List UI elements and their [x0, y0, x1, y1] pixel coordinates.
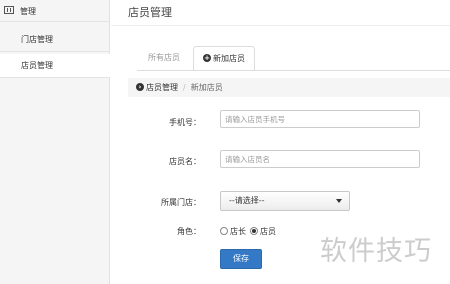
sidebar-item-staff-management[interactable]: 店员管理 — [0, 54, 110, 78]
phone-label: 手机号： — [169, 118, 201, 127]
breadcrumb-item-add-staff: 新加店员 — [190, 83, 223, 92]
sidebar-item-label: 门店管理 — [21, 35, 53, 44]
sidebar-item-store-management[interactable]: 门店管理 — [0, 28, 110, 52]
store-select[interactable]: --请选择-- — [220, 191, 350, 211]
sidebar: 管理 门店管理 店员管理 — [0, 0, 110, 284]
role-option-label: 店员 — [260, 227, 276, 236]
chevron-down-icon — [336, 199, 342, 203]
sidebar-header: 管理 — [0, 0, 110, 22]
role-option-label: 店长 — [230, 227, 246, 236]
role-radio-manager[interactable] — [220, 226, 228, 235]
phone-input[interactable] — [220, 110, 420, 128]
breadcrumb-item-staff-management[interactable]: 店员管理 — [146, 83, 178, 92]
breadcrumb: › 店员管理 / 新加店员 — [128, 78, 450, 97]
tab-label: 新加店员 — [213, 54, 245, 63]
store-select-value: --请选择-- — [229, 196, 265, 205]
staff-name-input[interactable] — [220, 150, 420, 168]
role-radio-group: 店长 店员 — [220, 226, 276, 237]
role-radio-staff[interactable] — [250, 226, 258, 235]
name-label: 店员名： — [169, 157, 201, 166]
panel-icon — [4, 6, 14, 14]
sidebar-header-label: 管理 — [20, 7, 36, 16]
sidebar-item-label: 店员管理 — [21, 61, 53, 70]
tab-add-staff[interactable]: + 新加店员 — [193, 46, 255, 71]
page-title: 店员管理 — [128, 6, 172, 19]
watermark: 软件技巧 — [320, 236, 432, 267]
breadcrumb-separator: / — [183, 83, 186, 92]
store-label: 所属门店： — [161, 198, 201, 207]
tab-all-staff[interactable]: 所有店员 — [138, 46, 190, 70]
role-label: 角色： — [177, 227, 201, 236]
arrow-circle-icon: › — [136, 82, 144, 91]
plus-circle-icon: + — [203, 53, 211, 62]
save-button[interactable]: 保存 — [220, 249, 262, 269]
divider — [111, 25, 450, 26]
tab-underline — [137, 70, 450, 71]
